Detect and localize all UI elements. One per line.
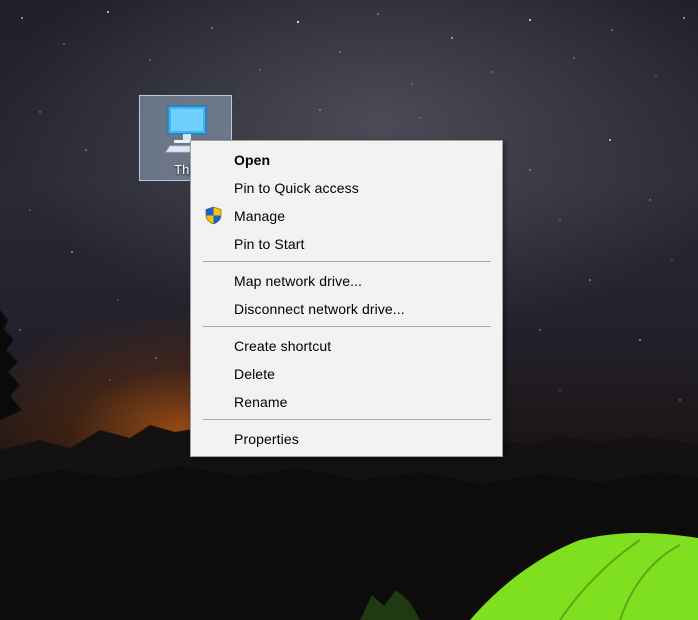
menu-item-properties[interactable]: Properties: [193, 426, 500, 452]
menu-item-pin-to-start[interactable]: Pin to Start: [193, 231, 500, 257]
menu-item-label: Pin to Start: [234, 236, 305, 252]
menu-item-open[interactable]: Open: [193, 147, 500, 173]
menu-item-label: Manage: [234, 208, 286, 224]
menu-item-manage[interactable]: Manage: [193, 203, 500, 229]
desktop[interactable]: This Open Pin to Quick access Manage Pin…: [0, 0, 698, 620]
menu-item-label: Pin to Quick access: [234, 180, 359, 196]
uac-shield-icon: [204, 206, 223, 230]
menu-item-label: Properties: [234, 431, 299, 447]
menu-item-label: Disconnect network drive...: [234, 301, 405, 317]
menu-separator: [203, 326, 491, 327]
menu-item-label: Open: [234, 152, 271, 168]
menu-item-create-shortcut[interactable]: Create shortcut: [193, 333, 500, 359]
menu-item-rename[interactable]: Rename: [193, 389, 500, 415]
menu-item-label: Map network drive...: [234, 273, 363, 289]
menu-item-label: Rename: [234, 394, 288, 410]
menu-item-delete[interactable]: Delete: [193, 361, 500, 387]
menu-item-disconnect-network-drive[interactable]: Disconnect network drive...: [193, 296, 500, 322]
context-menu: Open Pin to Quick access Manage Pin to S…: [190, 140, 503, 457]
menu-item-label: Create shortcut: [234, 338, 332, 354]
menu-item-map-network-drive[interactable]: Map network drive...: [193, 268, 500, 294]
menu-separator: [203, 419, 491, 420]
menu-separator: [203, 261, 491, 262]
menu-item-pin-to-quick-access[interactable]: Pin to Quick access: [193, 175, 500, 201]
menu-item-label: Delete: [234, 366, 276, 382]
